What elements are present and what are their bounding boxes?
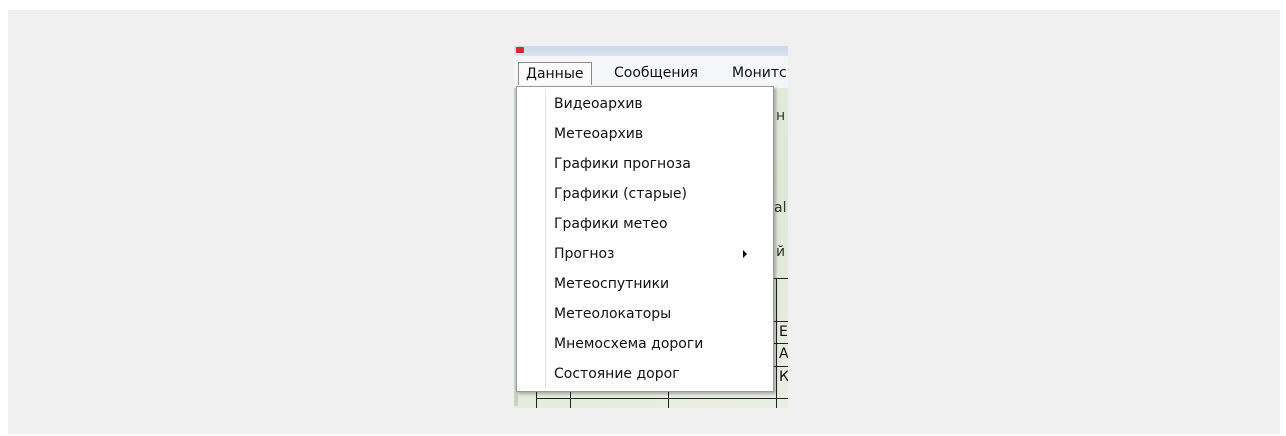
table-cell-fragment: А xyxy=(779,346,788,362)
menu-item-meteo-charts[interactable]: Графики метео xyxy=(517,209,773,239)
menu-item-video-archive[interactable]: Видеоархив xyxy=(517,89,773,119)
menu-item-list: Видеоархив Метеоархив Графики прогноза Г… xyxy=(517,89,773,389)
menu-item-label: Метеолокаторы xyxy=(554,306,672,322)
menu-item-label: Метеоспутники xyxy=(554,276,670,292)
menu-item-label: Метеоархив xyxy=(554,126,644,142)
menu-item-meteo-archive[interactable]: Метеоархив xyxy=(517,119,773,149)
table-line xyxy=(776,278,777,408)
table-line xyxy=(772,343,788,344)
menu-bar: Данные Сообщения Монитс xyxy=(514,56,788,89)
table-line xyxy=(536,390,537,408)
submenu-arrow-icon xyxy=(743,250,747,258)
background-text-fragment: н xyxy=(776,108,786,124)
table-line xyxy=(536,398,788,399)
menu-item-label: Прогноз xyxy=(554,246,615,262)
table-line xyxy=(772,321,788,322)
menu-item-label: Состояние дорог xyxy=(554,366,680,382)
menu-item-forecast-charts[interactable]: Графики прогноза xyxy=(517,149,773,179)
menu-messages[interactable]: Сообщения xyxy=(614,62,698,84)
menu-item-forecast[interactable]: Прогноз xyxy=(517,239,773,269)
menu-item-label: Мнемосхема дороги xyxy=(554,336,704,352)
table-line xyxy=(772,366,788,367)
table-cell-fragment: К xyxy=(779,369,788,385)
menu-item-label: Графики (старые) xyxy=(554,186,687,202)
menu-item-label: Графики прогноза xyxy=(554,156,691,172)
table-line xyxy=(570,390,571,408)
data-menu-dropdown: Видеоархив Метеоархив Графики прогноза Г… xyxy=(516,86,774,392)
menu-item-old-charts[interactable]: Графики (старые) xyxy=(517,179,773,209)
menu-item-label: Графики метео xyxy=(554,216,668,232)
table-cell-fragment: Е xyxy=(779,324,788,340)
menu-item-meteo-radars[interactable]: Метеолокаторы xyxy=(517,299,773,329)
menu-item-road-conditions[interactable]: Состояние дорог xyxy=(517,359,773,389)
background-text-fragment: й xyxy=(776,244,786,260)
menu-item-road-mnemonic-diagram[interactable]: Мнемосхема дороги xyxy=(517,329,773,359)
table-line xyxy=(668,390,669,408)
background-text-fragment: аl xyxy=(774,200,787,216)
menu-item-label: Видеоархив xyxy=(554,96,643,112)
menu-data[interactable]: Данные xyxy=(518,62,592,85)
menu-monitoring[interactable]: Монитс xyxy=(732,62,787,84)
menu-item-meteo-satellites[interactable]: Метеоспутники xyxy=(517,269,773,299)
table-line xyxy=(772,278,788,279)
app-icon xyxy=(516,47,524,53)
window-titlebar xyxy=(514,46,788,56)
